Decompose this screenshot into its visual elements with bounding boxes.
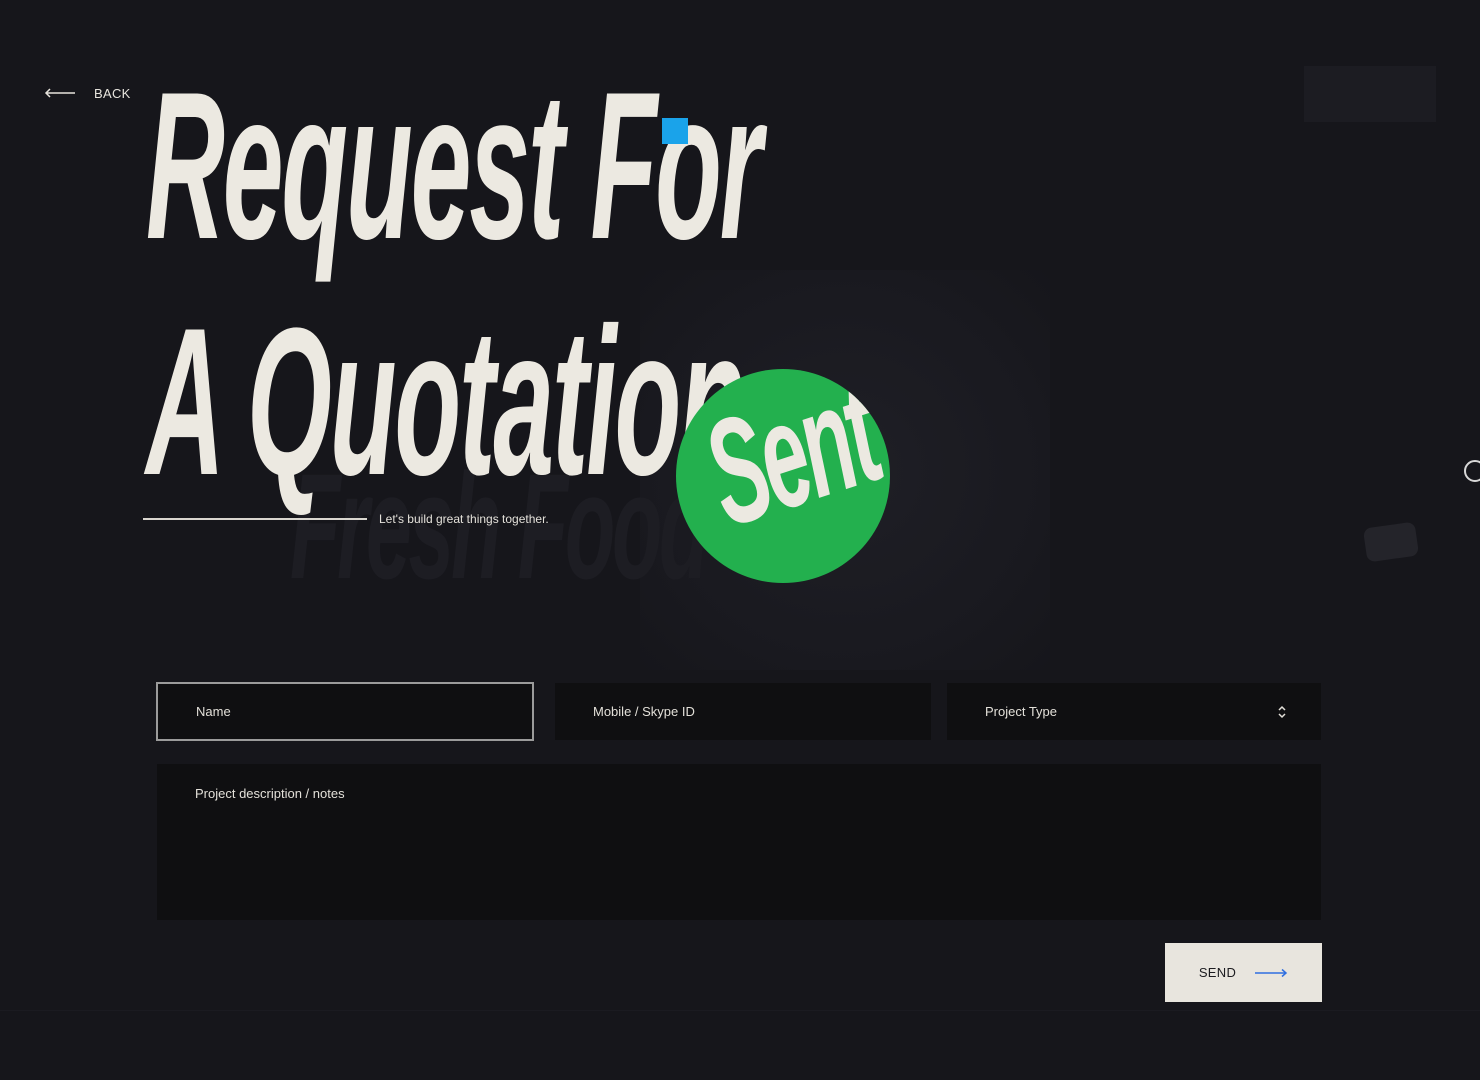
tagline-divider	[143, 518, 367, 520]
page-title-line-1: Request For	[146, 48, 762, 283]
name-input[interactable]	[196, 704, 532, 719]
back-label: BACK	[94, 85, 131, 101]
back-link[interactable]: BACK	[44, 82, 131, 104]
name-field[interactable]	[156, 682, 534, 741]
cursor-circle-icon	[1464, 460, 1480, 482]
project-type-select[interactable]: Project Type	[947, 683, 1321, 740]
notes-field[interactable]	[157, 764, 1321, 920]
accent-square	[662, 118, 688, 144]
arrow-left-icon	[44, 88, 75, 98]
send-button[interactable]: SEND	[1165, 943, 1322, 1002]
project-notes-textarea[interactable]	[195, 786, 1321, 896]
tagline: Let's build great things together.	[379, 512, 549, 526]
project-type-label: Project Type	[985, 704, 1058, 719]
sort-updown-icon	[1278, 705, 1286, 718]
sent-badge: Sent	[676, 369, 890, 583]
mobile-skype-input[interactable]	[593, 704, 931, 719]
send-label: SEND	[1198, 965, 1237, 980]
arrow-right-icon	[1255, 968, 1288, 977]
page-title-line-2: A Quotation	[146, 284, 746, 519]
mobile-field[interactable]	[555, 683, 931, 740]
footer-divider	[0, 1010, 1480, 1011]
background-header-button	[1304, 66, 1436, 122]
tagline-row: Let's build great things together.	[143, 512, 549, 526]
background-decoration	[1362, 521, 1420, 563]
